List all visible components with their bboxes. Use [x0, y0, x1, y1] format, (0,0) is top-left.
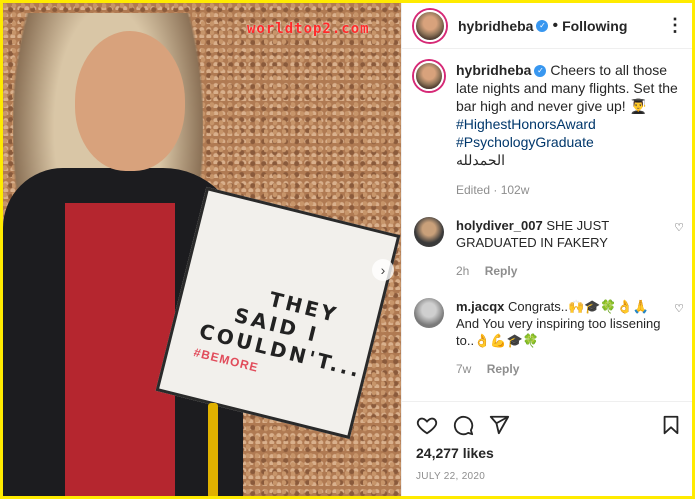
- reply-button[interactable]: Reply: [487, 362, 520, 376]
- comment-username[interactable]: m.jacqx: [456, 299, 504, 314]
- hashtag-link[interactable]: #PsychologyGraduate: [456, 133, 684, 151]
- comment-meta: 7w Reply: [456, 361, 666, 378]
- caption-username[interactable]: hybridheba: [456, 62, 531, 78]
- comment-item: m.jacqx Congrats..🙌🎓🍀👌🙏 And You very ins…: [414, 298, 684, 378]
- action-bar: [402, 401, 692, 441]
- verified-icon: ✓: [534, 65, 547, 78]
- caption: hybridheba ✓ Cheers to all those late nig…: [414, 61, 684, 199]
- face-shape: [75, 31, 185, 171]
- following-button[interactable]: Following: [562, 18, 627, 34]
- comment-body: holydiver_007 SHE JUST GRADUATED IN FAKE…: [456, 217, 666, 280]
- bookmark-icon[interactable]: [660, 414, 682, 436]
- comment-item: holydiver_007 SHE JUST GRADUATED IN FAKE…: [414, 217, 684, 280]
- share-icon[interactable]: [488, 414, 510, 436]
- comment-body: m.jacqx Congrats..🙌🎓🍀👌🙏 And You very ins…: [456, 298, 666, 378]
- caption-meta: Edited · 102w: [456, 183, 530, 197]
- tassel-shape: [208, 403, 218, 496]
- caption-arabic: الحمدلله: [456, 152, 506, 168]
- caption-avatar[interactable]: [414, 61, 444, 91]
- avatar[interactable]: [414, 217, 444, 247]
- comment-meta: 2h Reply: [456, 263, 666, 280]
- heart-icon[interactable]: ♡: [674, 302, 684, 315]
- likes-count[interactable]: 24,277 likes: [402, 441, 692, 465]
- watermark: worldtop2.com: [247, 21, 370, 37]
- post-header: hybridheba ✓ • Following ⋮: [402, 3, 692, 49]
- post-sidebar: hybridheba ✓ • Following ⋮ hybridheba ✓ C…: [401, 3, 692, 496]
- more-icon[interactable]: ⋮: [666, 15, 684, 36]
- comment-icon[interactable]: [452, 414, 474, 436]
- hashtag-link[interactable]: #HighestHonorsAward: [456, 115, 684, 133]
- comment-time: 2h: [456, 264, 470, 278]
- post-image[interactable]: worldtop2.com THEY SAID I COULDN'T... #B…: [3, 3, 401, 496]
- post-date[interactable]: JULY 22, 2020: [402, 465, 692, 496]
- stole-shape: [65, 203, 175, 496]
- chevron-right-icon[interactable]: ›: [372, 259, 394, 281]
- header-username[interactable]: hybridheba: [458, 18, 533, 34]
- avatar[interactable]: [414, 298, 444, 328]
- comments-section: hybridheba ✓ Cheers to all those late nig…: [402, 49, 692, 401]
- reply-button[interactable]: Reply: [485, 264, 518, 278]
- heart-icon[interactable]: [416, 414, 438, 436]
- avatar[interactable]: [414, 9, 446, 42]
- separator-dot: •: [552, 16, 559, 34]
- comment-time: 7w: [456, 362, 472, 376]
- heart-icon[interactable]: ♡: [674, 221, 684, 234]
- caption-body: hybridheba ✓ Cheers to all those late nig…: [456, 61, 684, 199]
- post-frame: worldtop2.com THEY SAID I COULDN'T... #B…: [3, 3, 692, 496]
- comment-username[interactable]: holydiver_007: [456, 218, 543, 233]
- verified-icon: ✓: [536, 19, 549, 32]
